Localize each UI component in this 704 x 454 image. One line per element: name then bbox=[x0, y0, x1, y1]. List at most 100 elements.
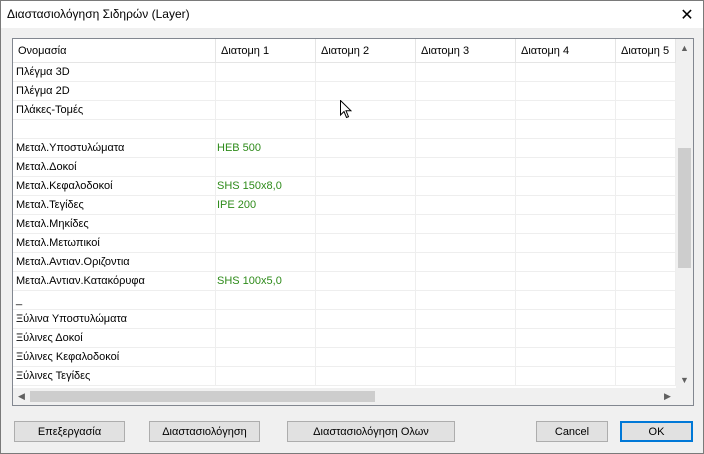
row-name-cell[interactable]: Μεταλ.Αντιαν.Οριζοντια bbox=[13, 253, 216, 272]
row-name-cell[interactable]: Μεταλ.Υποστυλώματα bbox=[13, 139, 216, 158]
section-1-cell[interactable] bbox=[216, 63, 316, 82]
section-1-cell[interactable] bbox=[216, 253, 316, 272]
edit-button[interactable]: Επεξεργασία bbox=[14, 421, 125, 442]
section-5-cell[interactable] bbox=[616, 196, 676, 215]
scroll-up-icon[interactable]: ▲ bbox=[676, 39, 693, 56]
section-4-cell[interactable] bbox=[516, 82, 616, 101]
section-2-cell[interactable] bbox=[316, 63, 416, 82]
section-3-cell[interactable] bbox=[416, 234, 516, 253]
section-3-cell[interactable] bbox=[416, 329, 516, 348]
section-5-cell[interactable] bbox=[616, 329, 676, 348]
section-1-cell[interactable]: SHS 100x5,0 bbox=[216, 272, 316, 291]
section-1-cell[interactable]: IPE 200 bbox=[216, 196, 316, 215]
row-name-cell[interactable]: Ξύλινα Υποστυλώματα bbox=[13, 310, 216, 329]
table-row[interactable]: Ξύλινες Κεφαλοδοκοί bbox=[13, 348, 676, 367]
table-row[interactable]: Μεταλ.Υποστυλώματα HEB 500 bbox=[13, 139, 676, 158]
column-header-section-2[interactable]: Διατομη 2 bbox=[316, 39, 416, 62]
section-5-cell[interactable] bbox=[616, 215, 676, 234]
scroll-right-icon[interactable]: ▶ bbox=[659, 388, 676, 405]
section-1-cell[interactable] bbox=[216, 158, 316, 177]
section-3-cell[interactable] bbox=[416, 367, 516, 386]
table-row[interactable]: Ξύλινες Δοκοί bbox=[13, 329, 676, 348]
section-3-cell[interactable] bbox=[416, 158, 516, 177]
row-name-cell[interactable]: Μεταλ.Μετωπικοί bbox=[13, 234, 216, 253]
section-3-cell[interactable] bbox=[416, 196, 516, 215]
section-3-cell[interactable] bbox=[416, 120, 516, 139]
row-name-cell[interactable]: Πλέγμα 3D bbox=[13, 63, 216, 82]
row-name-cell[interactable]: Μεταλ.Κεφαλοδοκοί bbox=[13, 177, 216, 196]
vertical-scroll-thumb[interactable] bbox=[678, 148, 691, 268]
section-1-cell[interactable] bbox=[216, 234, 316, 253]
table-row[interactable]: Πλέγμα 3D bbox=[13, 63, 676, 82]
section-2-cell[interactable] bbox=[316, 120, 416, 139]
section-3-cell[interactable] bbox=[416, 82, 516, 101]
section-5-cell[interactable] bbox=[616, 367, 676, 386]
row-name-cell[interactable]: Μεταλ.Δοκοί bbox=[13, 158, 216, 177]
table-row[interactable]: _ bbox=[13, 291, 676, 310]
table-row[interactable]: Ξύλινες Τεγίδες bbox=[13, 367, 676, 386]
row-name-cell[interactable] bbox=[13, 120, 216, 139]
table-row[interactable]: Μεταλ.Αντιαν.Οριζοντια bbox=[13, 253, 676, 272]
section-2-cell[interactable] bbox=[316, 215, 416, 234]
horizontal-scroll-thumb[interactable] bbox=[30, 391, 375, 402]
section-2-cell[interactable] bbox=[316, 139, 416, 158]
section-2-cell[interactable] bbox=[316, 158, 416, 177]
row-name-cell[interactable]: Πλέγμα 2D bbox=[13, 82, 216, 101]
section-3-cell[interactable] bbox=[416, 253, 516, 272]
section-4-cell[interactable] bbox=[516, 215, 616, 234]
section-4-cell[interactable] bbox=[516, 63, 616, 82]
section-4-cell[interactable] bbox=[516, 367, 616, 386]
section-5-cell[interactable] bbox=[616, 234, 676, 253]
section-1-cell[interactable] bbox=[216, 120, 316, 139]
table-row[interactable]: Μεταλ.Μηκίδες bbox=[13, 215, 676, 234]
column-header-section-1[interactable]: Διατομη 1 bbox=[216, 39, 316, 62]
scroll-left-icon[interactable]: ◀ bbox=[13, 388, 30, 405]
section-5-cell[interactable] bbox=[616, 158, 676, 177]
scroll-down-icon[interactable]: ▼ bbox=[676, 371, 693, 388]
section-4-cell[interactable] bbox=[516, 177, 616, 196]
section-5-cell[interactable] bbox=[616, 120, 676, 139]
section-4-cell[interactable] bbox=[516, 253, 616, 272]
section-1-cell[interactable]: HEB 500 bbox=[216, 139, 316, 158]
table-row[interactable] bbox=[13, 120, 676, 139]
row-name-cell[interactable]: Ξύλινες Τεγίδες bbox=[13, 367, 216, 386]
table-row[interactable]: Μεταλ.Αντιαν.Κατακόρυφα SHS 100x5,0 bbox=[13, 272, 676, 291]
column-header-section-5[interactable]: Διατομη 5 bbox=[616, 39, 676, 62]
section-4-cell[interactable] bbox=[516, 139, 616, 158]
row-name-cell[interactable]: Μεταλ.Μηκίδες bbox=[13, 215, 216, 234]
section-1-cell[interactable] bbox=[216, 215, 316, 234]
section-1-cell[interactable] bbox=[216, 82, 316, 101]
section-4-cell[interactable] bbox=[516, 329, 616, 348]
section-3-cell[interactable] bbox=[416, 310, 516, 329]
section-2-cell[interactable] bbox=[316, 329, 416, 348]
section-2-cell[interactable] bbox=[316, 291, 416, 310]
section-4-cell[interactable] bbox=[516, 291, 616, 310]
table-row[interactable]: Μεταλ.Κεφαλοδοκοί SHS 150x8,0 bbox=[13, 177, 676, 196]
section-3-cell[interactable] bbox=[416, 63, 516, 82]
section-5-cell[interactable] bbox=[616, 63, 676, 82]
section-2-cell[interactable] bbox=[316, 310, 416, 329]
row-name-cell[interactable]: Μεταλ.Αντιαν.Κατακόρυφα bbox=[13, 272, 216, 291]
row-name-cell[interactable]: Μεταλ.Τεγίδες bbox=[13, 196, 216, 215]
section-3-cell[interactable] bbox=[416, 101, 516, 120]
row-name-cell[interactable]: Πλάκες-Τομές bbox=[13, 101, 216, 120]
row-name-cell[interactable]: Ξύλινες Δοκοί bbox=[13, 329, 216, 348]
section-4-cell[interactable] bbox=[516, 120, 616, 139]
ok-button[interactable]: OK bbox=[620, 421, 693, 442]
column-header-section-4[interactable]: Διατομη 4 bbox=[516, 39, 616, 62]
section-4-cell[interactable] bbox=[516, 196, 616, 215]
section-2-cell[interactable] bbox=[316, 177, 416, 196]
section-1-cell[interactable] bbox=[216, 101, 316, 120]
table-row[interactable]: Μεταλ.Μετωπικοί bbox=[13, 234, 676, 253]
section-5-cell[interactable] bbox=[616, 101, 676, 120]
layer-grid[interactable]: Ονομασία Διατομη 1 Διατομη 2 Διατομη 3 Δ… bbox=[12, 38, 694, 406]
section-1-cell[interactable] bbox=[216, 291, 316, 310]
section-5-cell[interactable] bbox=[616, 348, 676, 367]
cancel-button[interactable]: Cancel bbox=[536, 421, 608, 442]
section-2-cell[interactable] bbox=[316, 253, 416, 272]
close-button[interactable]: ✕ bbox=[671, 1, 703, 28]
section-2-cell[interactable] bbox=[316, 101, 416, 120]
table-row[interactable]: Ξύλινα Υποστυλώματα bbox=[13, 310, 676, 329]
section-4-cell[interactable] bbox=[516, 272, 616, 291]
section-3-cell[interactable] bbox=[416, 291, 516, 310]
